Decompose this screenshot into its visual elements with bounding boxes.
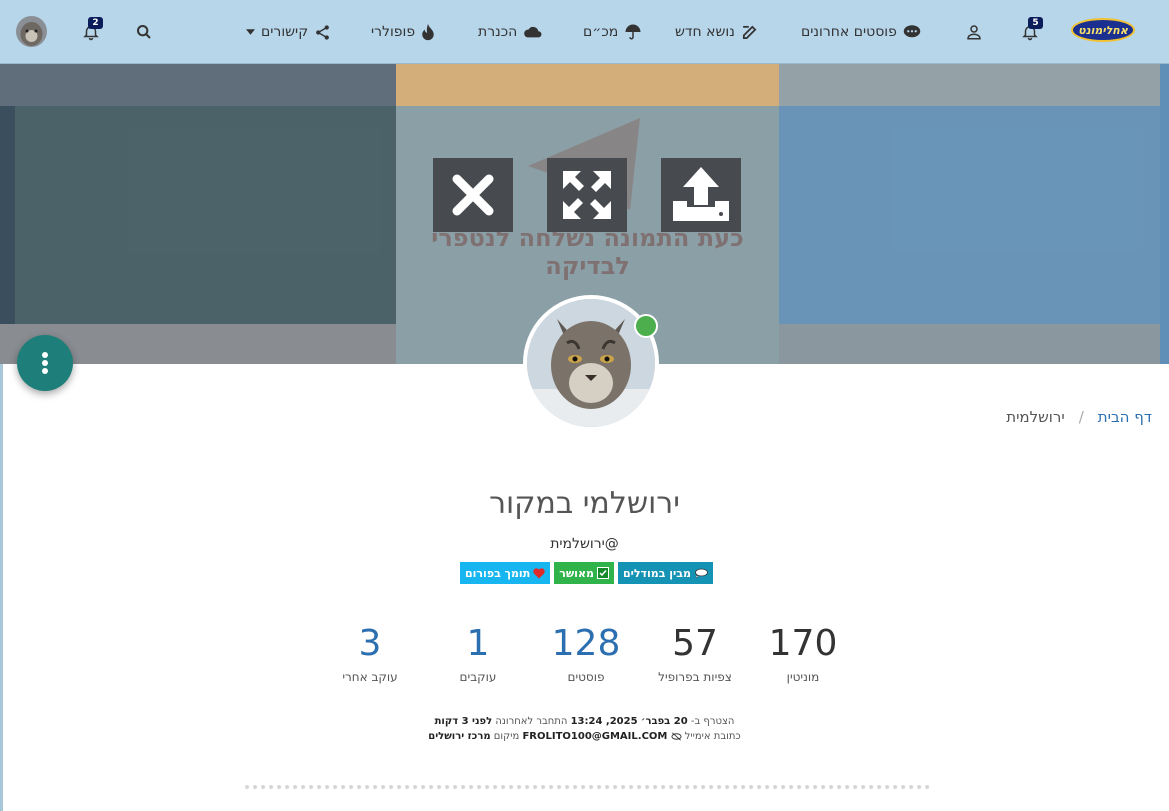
notifications-badge: 5 bbox=[1028, 17, 1043, 29]
close-icon bbox=[452, 174, 494, 216]
breadcrumb: דף הבית / ירושלמית bbox=[1006, 408, 1152, 426]
stat-label: צפיות בפרופיל bbox=[658, 670, 732, 684]
thought-cloud-icon bbox=[695, 568, 708, 578]
nav-popular-label: פופולרי bbox=[371, 24, 416, 40]
profile-fullname: ירושלמי במקור bbox=[489, 486, 680, 521]
stat-profile-views: 57 צפיות בפרופיל bbox=[640, 620, 750, 684]
joined-value: 20 בפבר׳ 2025, 13:24 bbox=[570, 716, 688, 727]
stat-label: פוסטים bbox=[567, 670, 605, 684]
email-label: כתובת אימייל bbox=[684, 731, 741, 742]
nav-category-1[interactable]: מכ״ם bbox=[583, 0, 642, 64]
profile-stats: 170 מוניטין 57 צפיות בפרופיל 128 פוסטים … bbox=[0, 620, 1169, 690]
nav-recent-posts-label: פוסטים אחרונים bbox=[801, 24, 897, 40]
expand-icon bbox=[563, 171, 611, 219]
last-online-label: התחבר לאחרונה bbox=[495, 716, 568, 727]
nav-new-topic[interactable]: נושא חדש bbox=[675, 0, 758, 64]
stat-following[interactable]: 3 עוקב אחרי bbox=[315, 620, 425, 684]
notifications-button[interactable] bbox=[1021, 0, 1039, 64]
stat-value: 3 bbox=[358, 623, 382, 664]
edit-icon bbox=[742, 25, 757, 39]
fire-icon bbox=[422, 23, 434, 41]
badge-approved-label: מאושר bbox=[559, 566, 594, 580]
nav-links-dropdown[interactable]: קישורים bbox=[246, 0, 331, 64]
stat-value: 170 bbox=[768, 623, 838, 664]
upload-cover-button[interactable] bbox=[661, 158, 741, 232]
profile-actions-button[interactable] bbox=[17, 335, 73, 391]
email-value: FROLITO100@GMAIL.COM bbox=[522, 731, 668, 742]
chats-badge: 2 bbox=[88, 17, 103, 29]
profile-contact-info: כתובת אימייל FROLITO100@GMAIL.COM מיקום … bbox=[0, 731, 1169, 742]
stat-label: עוקב אחרי bbox=[342, 670, 398, 684]
stat-value: 1 bbox=[466, 623, 490, 664]
upload-icon bbox=[673, 167, 729, 221]
stat-value: 128 bbox=[551, 623, 621, 664]
cloud-icon bbox=[524, 26, 542, 38]
badge-forum-supporter-label: תומך בפורום bbox=[465, 566, 531, 580]
stat-followers[interactable]: 1 עוקבים bbox=[423, 620, 533, 684]
nav-category-2-label: הכנרת bbox=[478, 24, 518, 40]
checkmark-icon bbox=[596, 567, 609, 579]
user-menu-button[interactable] bbox=[965, 0, 983, 64]
user-icon bbox=[967, 25, 981, 40]
location-value: מרכז ירושלים bbox=[428, 731, 491, 742]
breadcrumb-current: ירושלמית bbox=[1006, 408, 1065, 426]
resize-cover-button[interactable] bbox=[547, 158, 627, 232]
joined-label: הצטרף ב- bbox=[690, 716, 735, 727]
stat-value: 57 bbox=[672, 623, 718, 664]
search-icon bbox=[137, 25, 151, 39]
profile-join-info: הצטרף ב- 20 בפבר׳ 2025, 13:24 התחבר לאחר… bbox=[0, 716, 1169, 727]
umbrella-icon bbox=[625, 24, 641, 40]
stat-posts[interactable]: 128 פוסטים bbox=[531, 620, 641, 684]
chat-bubble-icon bbox=[903, 25, 921, 38]
online-status-indicator bbox=[634, 314, 658, 338]
site-logo[interactable]: אחלימונט bbox=[1071, 18, 1135, 42]
nav-category-1-label: מכ״ם bbox=[583, 24, 619, 40]
nav-links-label: קישורים bbox=[261, 24, 309, 40]
profile-username: @ירושלמית bbox=[550, 536, 619, 552]
breadcrumb-home-link[interactable]: דף הבית bbox=[1098, 408, 1152, 426]
top-navbar: אחלימונט 5 פוסטים אחרונים נושא חדש מכ״ם … bbox=[0, 0, 1169, 64]
stat-reputation: 170 מוניטין bbox=[748, 620, 858, 684]
user-badges: תומך בפורום מאושר מבין במודלים bbox=[460, 562, 713, 584]
share-icon bbox=[316, 24, 329, 40]
lynx-avatar-image bbox=[16, 16, 47, 47]
nav-new-topic-label: נושא חדש bbox=[675, 24, 735, 40]
last-online-value: לפני 3 דקות bbox=[434, 716, 493, 727]
badge-model-expert[interactable]: מבין במודלים bbox=[617, 562, 713, 584]
badge-model-expert-label: מבין במודלים bbox=[622, 566, 691, 580]
nav-category-2[interactable]: הכנרת bbox=[478, 0, 543, 64]
nav-recent-posts[interactable]: פוסטים אחרונים bbox=[801, 0, 921, 64]
chats-button[interactable] bbox=[82, 0, 100, 64]
more-vertical-icon bbox=[42, 352, 48, 374]
badge-forum-supporter[interactable]: תומך בפורום bbox=[460, 562, 551, 584]
heart-icon bbox=[533, 567, 545, 578]
breadcrumb-separator: / bbox=[1078, 408, 1084, 426]
caret-down-icon bbox=[246, 29, 255, 35]
section-divider bbox=[245, 785, 930, 789]
badge-approved[interactable]: מאושר bbox=[554, 562, 614, 584]
eye-slash-icon bbox=[671, 731, 682, 741]
search-button[interactable] bbox=[136, 0, 152, 64]
nav-popular[interactable]: פופולרי bbox=[371, 0, 435, 64]
location-label: מיקום bbox=[493, 731, 520, 742]
stat-label: מוניטין bbox=[786, 670, 820, 684]
user-avatar[interactable] bbox=[16, 16, 47, 47]
logo-text: אחלימונט bbox=[1078, 23, 1128, 37]
remove-cover-button[interactable] bbox=[433, 158, 513, 232]
stat-label: עוקבים bbox=[459, 670, 497, 684]
